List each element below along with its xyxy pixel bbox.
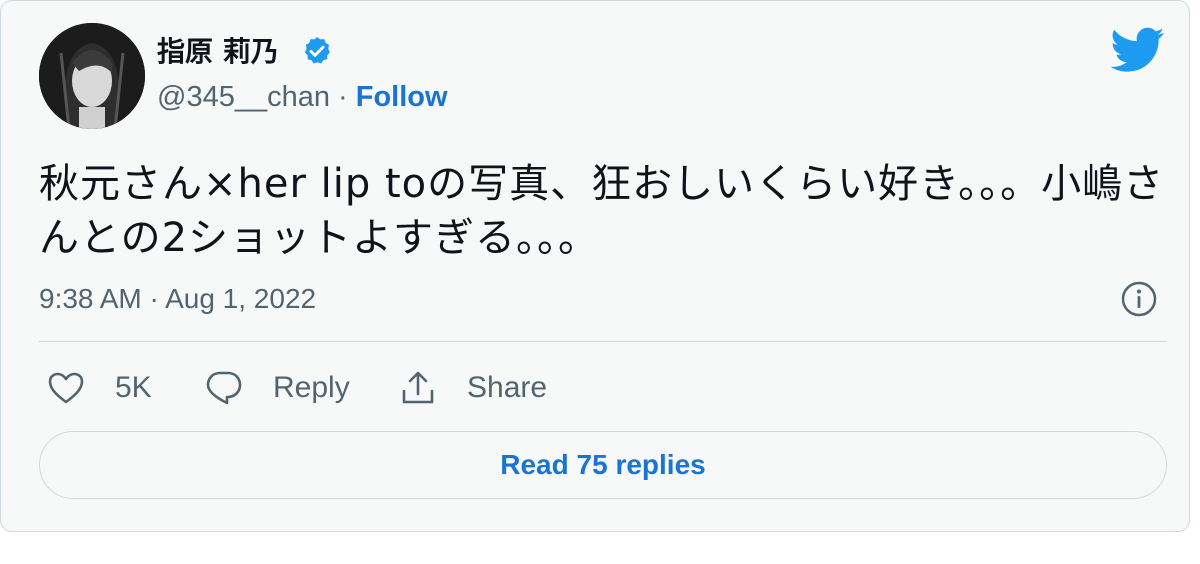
- tweet-text: 秋元さん×her lip toの写真、狂おしいくらい好き。。。小嶋さんとの2ショ…: [39, 161, 1165, 261]
- handle-separator: ·: [329, 81, 356, 113]
- share-button[interactable]: Share: [399, 367, 547, 409]
- divider: [39, 341, 1167, 342]
- follow-link[interactable]: Follow: [356, 81, 448, 113]
- info-icon[interactable]: [1119, 279, 1159, 319]
- read-replies-label: Read 75 replies: [500, 449, 706, 480]
- handle-line: @345__chan · Follow: [157, 79, 448, 115]
- read-replies-button[interactable]: Read 75 replies: [39, 431, 1167, 499]
- heart-icon: [48, 372, 84, 404]
- reply-label: Reply: [273, 371, 350, 404]
- like-button[interactable]: 5K: [47, 367, 152, 409]
- share-label: Share: [467, 371, 548, 404]
- share-icon: [402, 371, 434, 404]
- twitter-bird-icon[interactable]: [1111, 27, 1165, 73]
- author-name[interactable]: 指原 莉乃: [157, 35, 279, 69]
- like-count: 5K: [115, 371, 152, 404]
- embedded-tweet-card: 指原 莉乃 @345__chan · Follow 秋元さん×her lip t…: [0, 0, 1190, 532]
- avatar[interactable]: [39, 23, 145, 129]
- author-handle[interactable]: @345__chan: [157, 81, 330, 113]
- avatar-image: [39, 23, 145, 129]
- reply-bubble-icon: [206, 371, 242, 405]
- reply-button[interactable]: Reply: [205, 367, 350, 409]
- tweet-timestamp[interactable]: 9:38 AM · Aug 1, 2022: [39, 281, 316, 317]
- verified-badge-icon: [304, 37, 330, 64]
